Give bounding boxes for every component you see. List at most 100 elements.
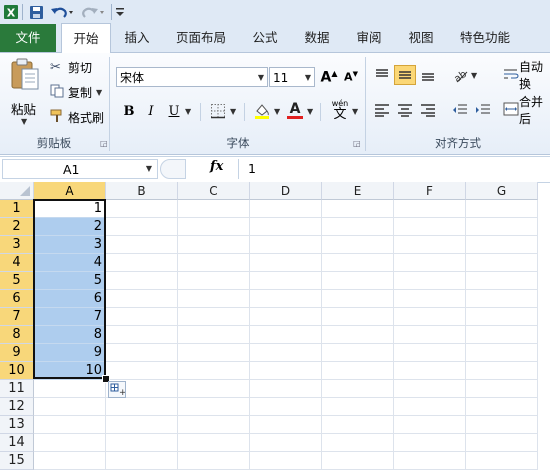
row-header-8[interactable]: 8 <box>0 326 34 344</box>
dialog-launcher-icon[interactable]: ◲ <box>353 139 361 148</box>
cell[interactable] <box>250 308 322 326</box>
cell-a5[interactable]: 5 <box>34 272 106 290</box>
column-header-c[interactable]: C <box>178 182 250 200</box>
cell[interactable] <box>394 218 466 236</box>
cell[interactable] <box>250 218 322 236</box>
cell[interactable] <box>322 416 394 434</box>
align-left-button[interactable] <box>371 100 393 120</box>
cell[interactable] <box>250 236 322 254</box>
cell[interactable] <box>178 218 250 236</box>
tab-review[interactable]: 审阅 <box>348 24 390 52</box>
row-header-3[interactable]: 3 <box>0 236 34 254</box>
cell-a3[interactable]: 3 <box>34 236 106 254</box>
cell[interactable] <box>322 272 394 290</box>
cell[interactable] <box>34 398 106 416</box>
tab-special-features[interactable]: 特色功能 <box>452 24 518 52</box>
column-header-g[interactable]: G <box>466 182 538 200</box>
cell[interactable] <box>178 254 250 272</box>
merge-center-button[interactable]: 合并后 <box>503 95 550 126</box>
cell[interactable] <box>466 344 538 362</box>
cell[interactable] <box>322 434 394 452</box>
cell[interactable] <box>322 326 394 344</box>
redo-icon[interactable] <box>80 3 106 21</box>
row-header-5[interactable]: 5 <box>0 272 34 290</box>
row-header-2[interactable]: 2 <box>0 218 34 236</box>
cell[interactable] <box>466 380 538 398</box>
cell[interactable] <box>178 452 250 470</box>
shrink-font-button[interactable]: A▼ <box>340 67 362 87</box>
tab-insert[interactable]: 插入 <box>116 24 158 52</box>
chevron-down-icon[interactable]: ▼ <box>274 107 280 116</box>
excel-icon[interactable]: X <box>2 3 20 21</box>
cell[interactable] <box>322 254 394 272</box>
cell[interactable] <box>106 398 178 416</box>
cell[interactable] <box>466 326 538 344</box>
cell[interactable] <box>178 380 250 398</box>
row-header-9[interactable]: 9 <box>0 344 34 362</box>
align-center-button[interactable] <box>394 100 416 120</box>
align-right-button[interactable] <box>417 100 439 120</box>
tab-data[interactable]: 数据 <box>296 24 338 52</box>
cell[interactable] <box>250 398 322 416</box>
cell[interactable] <box>106 344 178 362</box>
row-header-13[interactable]: 13 <box>0 416 34 434</box>
cell[interactable] <box>106 362 178 380</box>
cell[interactable] <box>394 434 466 452</box>
dialog-launcher-icon[interactable]: ◲ <box>100 139 108 148</box>
cell[interactable] <box>394 236 466 254</box>
cell-a2[interactable]: 2 <box>34 218 106 236</box>
cell[interactable] <box>34 416 106 434</box>
column-header-d[interactable]: D <box>250 182 322 200</box>
row-header-11[interactable]: 11 <box>0 380 34 398</box>
tab-view[interactable]: 视图 <box>400 24 442 52</box>
increase-indent-button[interactable] <box>472 100 494 120</box>
grow-font-button[interactable]: A▲ <box>318 67 340 87</box>
cell[interactable] <box>178 416 250 434</box>
cell[interactable] <box>178 398 250 416</box>
row-header-10[interactable]: 10 <box>0 362 34 380</box>
phonetic-guide-button[interactable]: wén 文 <box>328 99 352 123</box>
cell-a8[interactable]: 8 <box>34 326 106 344</box>
cell[interactable] <box>178 344 250 362</box>
cell[interactable] <box>250 326 322 344</box>
format-painter-button[interactable]: 格式刷 <box>50 107 104 127</box>
cell[interactable] <box>106 254 178 272</box>
cell[interactable] <box>106 434 178 452</box>
font-color-button[interactable]: A <box>284 100 306 120</box>
cell[interactable] <box>250 272 322 290</box>
row-header-6[interactable]: 6 <box>0 290 34 308</box>
cell[interactable] <box>178 362 250 380</box>
cell[interactable] <box>34 434 106 452</box>
chevron-down-icon[interactable]: ▼ <box>96 88 102 97</box>
name-box[interactable]: A1 ▼ <box>2 159 158 179</box>
cell[interactable] <box>250 434 322 452</box>
cell[interactable] <box>466 434 538 452</box>
tab-home[interactable]: 开始 <box>61 23 111 53</box>
cell[interactable] <box>466 416 538 434</box>
cell[interactable] <box>106 290 178 308</box>
cell[interactable] <box>322 398 394 416</box>
column-header-e[interactable]: E <box>322 182 394 200</box>
cell[interactable] <box>106 236 178 254</box>
row-header-12[interactable]: 12 <box>0 398 34 416</box>
orientation-button[interactable]: ab <box>449 65 471 85</box>
customize-qat-icon[interactable] <box>114 3 126 21</box>
font-size-select[interactable]: 11 ▼ <box>269 67 315 87</box>
row-header-14[interactable]: 14 <box>0 434 34 452</box>
cell[interactable] <box>466 398 538 416</box>
cell[interactable] <box>394 398 466 416</box>
cell[interactable] <box>466 236 538 254</box>
cut-button[interactable]: ✂ 剪切 <box>50 57 92 77</box>
chevron-down-icon[interactable]: ▼ <box>185 107 191 116</box>
cell-a7[interactable]: 7 <box>34 308 106 326</box>
fill-color-button[interactable] <box>251 101 273 121</box>
cell[interactable] <box>394 344 466 362</box>
cell[interactable] <box>178 236 250 254</box>
cell[interactable] <box>178 308 250 326</box>
cell[interactable] <box>34 452 106 470</box>
tab-page-layout[interactable]: 页面布局 <box>168 24 234 52</box>
column-header-b[interactable]: B <box>106 182 178 200</box>
cell[interactable] <box>394 326 466 344</box>
font-name-select[interactable]: 宋体 ▼ <box>116 67 268 87</box>
cell-a10[interactable]: 10 <box>34 362 106 380</box>
